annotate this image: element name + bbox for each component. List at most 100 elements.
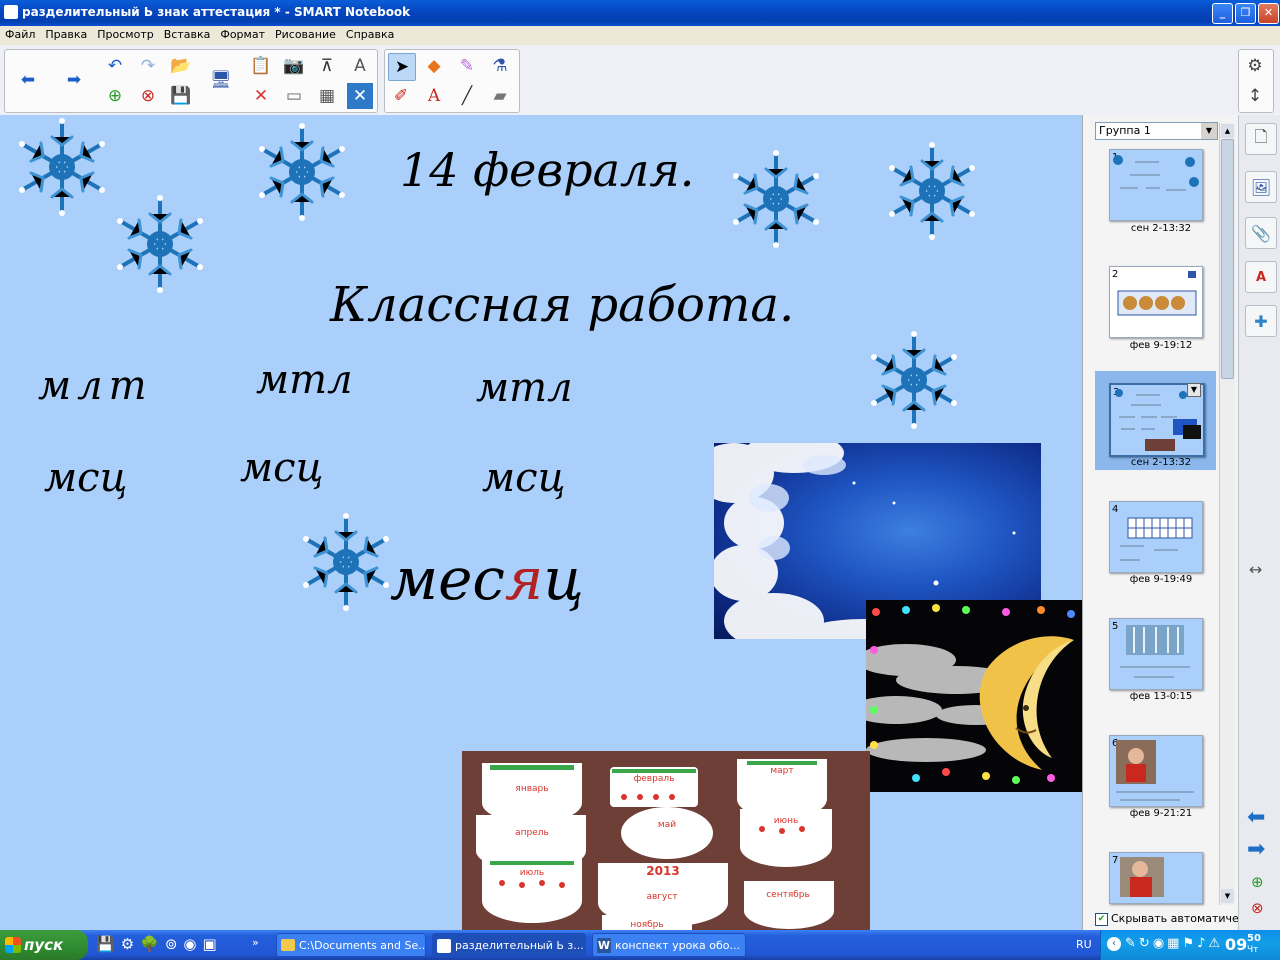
snowflake-icon[interactable] bbox=[250, 117, 354, 227]
flag-tray-icon[interactable]: ⚑ bbox=[1182, 936, 1197, 951]
gear-icon[interactable]: ⚙ bbox=[1242, 53, 1268, 79]
whiteboard-canvas[interactable]: 14 февраля. Классная работа. млт мтл мтл… bbox=[0, 115, 1082, 930]
menu-file[interactable]: Файл bbox=[0, 26, 40, 41]
menu-insert[interactable]: Вставка bbox=[159, 26, 216, 41]
save-icon[interactable]: 💾 bbox=[168, 83, 194, 109]
attachments-tab-icon[interactable]: 📎 bbox=[1245, 217, 1277, 249]
quick-launch-expand-icon[interactable]: » bbox=[252, 936, 259, 949]
display-icon[interactable]: 🖥 bbox=[208, 67, 234, 93]
letters-row2-item[interactable]: мсц bbox=[44, 455, 127, 501]
scroll-down-icon[interactable]: ▼ bbox=[1221, 889, 1234, 903]
network-icon[interactable]: ⚙ bbox=[121, 935, 140, 953]
screenshot-icon[interactable]: 📷 bbox=[281, 53, 307, 79]
disk-icon[interactable]: 💾 bbox=[96, 935, 121, 953]
paste-icon[interactable]: 📋 bbox=[248, 53, 274, 79]
addons-tab-icon[interactable]: ✚ bbox=[1245, 305, 1277, 337]
handwriting-recognition-icon[interactable]: A bbox=[347, 53, 373, 79]
properties-tab-icon[interactable]: A bbox=[1245, 261, 1277, 293]
scroll-up-icon[interactable]: ▲ bbox=[1221, 124, 1234, 138]
snowflake-icon[interactable] bbox=[108, 187, 212, 301]
page-thumbnail-6[interactable]: 6 bbox=[1109, 735, 1203, 807]
taskbar-item-notebook[interactable]: разделительный Ь з... bbox=[432, 933, 586, 957]
snowflake-icon[interactable] bbox=[862, 323, 966, 437]
shapes-icon[interactable]: ◆ bbox=[421, 53, 447, 79]
add-page-icon[interactable]: ⊕ bbox=[1251, 873, 1264, 891]
magic-pen-icon[interactable]: ✎ bbox=[454, 53, 480, 79]
moon-image[interactable] bbox=[866, 600, 1082, 792]
page-sorter-tab-icon[interactable]: 🗋 bbox=[1245, 123, 1277, 155]
letters-row1-item[interactable]: млт bbox=[38, 363, 153, 409]
close-button[interactable]: ✕ bbox=[1258, 3, 1279, 24]
page-menu-chevron-icon[interactable]: ▼ bbox=[1187, 383, 1201, 397]
move-toolbar-icon[interactable]: ↕ bbox=[1242, 83, 1268, 109]
snowflake-icon[interactable] bbox=[724, 141, 828, 257]
menu-help[interactable]: Справка bbox=[341, 26, 399, 41]
undo-icon[interactable]: ↶ bbox=[102, 53, 128, 79]
snowflake-icon[interactable] bbox=[294, 505, 398, 619]
eraser-icon[interactable]: ▰ bbox=[487, 83, 513, 109]
taskbar-item-word[interactable]: Wконспект урока обо... bbox=[592, 933, 746, 957]
network-tray-icon[interactable]: ▦ bbox=[1167, 936, 1182, 951]
delete-page-icon[interactable]: ⊗ bbox=[135, 83, 161, 109]
page-thumbnail-4[interactable]: 4 bbox=[1109, 501, 1203, 573]
line-icon[interactable]: ╱ bbox=[454, 83, 480, 109]
letters-row1-item[interactable]: мтл bbox=[476, 365, 573, 411]
auto-hide-checkbox[interactable]: ✔ Скрывать автоматическ bbox=[1095, 912, 1252, 926]
page-thumbnail-5[interactable]: 5 bbox=[1109, 618, 1203, 690]
page-sorter-scrollbar[interactable]: ▲ ▼ bbox=[1219, 123, 1235, 905]
language-indicator[interactable]: RU bbox=[1076, 938, 1092, 951]
table-icon[interactable]: ▦ bbox=[314, 83, 340, 109]
gallery-tab-icon[interactable]: 🖼 bbox=[1245, 171, 1277, 203]
clock-hour[interactable]: 09 bbox=[1225, 935, 1247, 954]
letters-row1-item[interactable]: мтл bbox=[256, 357, 353, 403]
slide-date[interactable]: 14 февраля. bbox=[400, 143, 694, 197]
page-thumbnail-1[interactable]: 1 bbox=[1109, 149, 1203, 221]
chevron-down-icon[interactable]: ▼ bbox=[1201, 123, 1217, 139]
slide-heading[interactable]: Классная работа. bbox=[330, 277, 794, 333]
letters-row2-item[interactable]: мсц bbox=[240, 445, 323, 491]
calendar-image[interactable]: январь февраль март апрель май июнь июль… bbox=[462, 751, 870, 930]
add-page-icon[interactable]: ⊕ bbox=[102, 83, 128, 109]
back-arrow-icon[interactable]: ⬅ bbox=[15, 67, 41, 93]
resize-arrows-icon[interactable]: ↔ bbox=[1249, 560, 1262, 579]
screen-shade-icon[interactable]: ▭ bbox=[281, 83, 307, 109]
redo-icon[interactable]: ↷ bbox=[135, 53, 161, 79]
taskbar-item-explorer[interactable]: C:\Documents and Se... bbox=[276, 933, 426, 957]
torrent-icon[interactable]: ⊚ bbox=[165, 935, 184, 953]
minimize-button[interactable]: _ bbox=[1212, 3, 1233, 24]
tree-icon[interactable]: 🌳 bbox=[140, 935, 165, 953]
pens-icon[interactable]: ✐ bbox=[388, 83, 414, 109]
menu-format[interactable]: Формат bbox=[215, 26, 270, 41]
checkmark-icon[interactable]: ✔ bbox=[1095, 912, 1108, 926]
page-thumbnail-2[interactable]: 2 bbox=[1109, 266, 1203, 338]
group-select[interactable]: Группа 1 ▼ bbox=[1095, 122, 1218, 140]
warning-tray-icon[interactable]: ⚠ bbox=[1208, 936, 1223, 951]
document-camera-icon[interactable]: ⊼ bbox=[314, 53, 340, 79]
fill-icon[interactable]: ⚗ bbox=[487, 53, 513, 79]
close-mode-icon[interactable]: ✕ bbox=[347, 83, 373, 109]
menu-view[interactable]: Просмотр bbox=[92, 26, 158, 41]
menu-edit[interactable]: Правка bbox=[40, 26, 92, 41]
select-arrow-icon[interactable]: ➤ bbox=[388, 53, 416, 81]
scroll-thumb[interactable] bbox=[1221, 139, 1234, 379]
next-page-icon[interactable]: ➡ bbox=[1247, 837, 1265, 862]
office-icon[interactable]: ▣ bbox=[203, 935, 223, 953]
maximize-button[interactable]: ❐ bbox=[1235, 3, 1256, 24]
snowflake-icon[interactable] bbox=[880, 133, 984, 249]
snowflake-icon[interactable] bbox=[10, 115, 114, 219]
previous-page-icon[interactable]: ⬅ bbox=[1247, 805, 1265, 830]
text-icon[interactable]: A bbox=[421, 83, 447, 109]
pen-tray-icon[interactable]: ✎ bbox=[1125, 936, 1139, 951]
page-thumbnail-7[interactable]: 7 bbox=[1109, 852, 1203, 904]
tray-expand-icon[interactable]: ‹ bbox=[1107, 937, 1121, 951]
open-folder-icon[interactable]: 📂 bbox=[168, 53, 194, 79]
delete-icon[interactable]: ✕ bbox=[248, 83, 274, 109]
delete-page-icon[interactable]: ⊗ bbox=[1251, 899, 1264, 917]
firefox-icon[interactable]: ◉ bbox=[183, 935, 202, 953]
volume-tray-icon[interactable]: ♪ bbox=[1197, 936, 1208, 951]
menu-draw[interactable]: Рисование bbox=[270, 26, 341, 41]
slide-word[interactable]: месяц bbox=[390, 545, 584, 613]
sync-tray-icon[interactable]: ↻ bbox=[1139, 936, 1153, 951]
antivirus-tray-icon[interactable]: ◉ bbox=[1153, 936, 1167, 951]
letters-row2-item[interactable]: мсц bbox=[482, 455, 565, 501]
